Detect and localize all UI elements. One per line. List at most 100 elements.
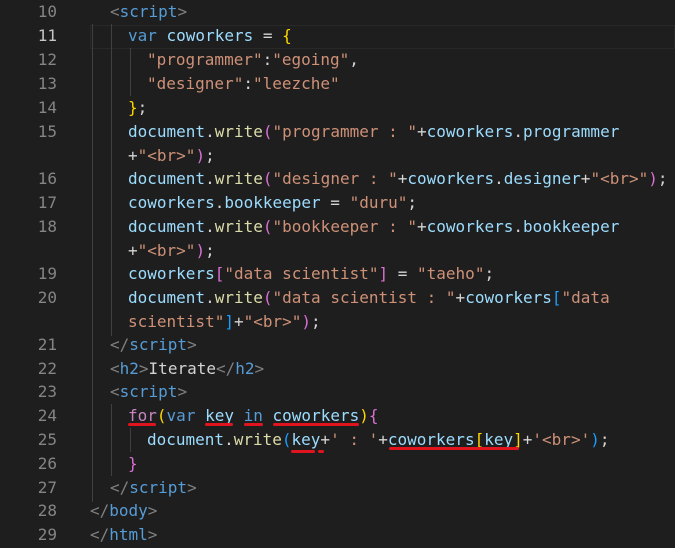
code-token: write (233, 430, 282, 449)
code-token: ; (205, 146, 215, 165)
code-token: + (233, 312, 244, 331)
code-text: <script> (110, 382, 187, 401)
red-underline (273, 423, 359, 426)
code-token: ; (599, 430, 610, 449)
code-token: "<br>" (137, 241, 196, 260)
code-token: ; (657, 169, 668, 188)
code-token: . (214, 193, 225, 212)
code-text: scientist"]+"<br>"); (128, 312, 321, 331)
line-number: 23 (37, 382, 57, 401)
code-token: designer (503, 169, 581, 188)
code-token: script (119, 382, 178, 401)
code-token: { (282, 26, 292, 45)
line-number: 26 (37, 454, 57, 473)
code-token: write (214, 169, 263, 188)
code-token: ; (205, 241, 215, 260)
code-token: "programmer" (147, 50, 263, 69)
line-number: 22 (37, 359, 57, 378)
code-token: ( (262, 288, 273, 307)
code-token: "designer : " (272, 169, 398, 188)
code-token: "<br>" (590, 169, 649, 188)
code-text: </script> (110, 335, 197, 354)
code-token: . (494, 169, 504, 188)
code-token: } (128, 98, 138, 117)
code-token: + (320, 430, 331, 449)
code-text: }; (128, 98, 147, 117)
code-token: coworkers (426, 122, 514, 141)
code-text: </html> (90, 525, 157, 544)
code-text: <h2>Iterate</h2> (110, 359, 264, 378)
code-token: coworkers (426, 217, 514, 236)
line-number: 11 (37, 26, 57, 45)
code-token: , (349, 50, 359, 69)
code-token: = (388, 264, 418, 283)
line-number: 12 (37, 50, 57, 69)
code-text: document.write("designer : "+coworkers.d… (128, 169, 668, 188)
line-number: 17 (37, 193, 57, 212)
code-token: body (109, 501, 148, 520)
code-token: ] (378, 264, 389, 283)
code-token: . (513, 217, 523, 236)
code-token: write (214, 122, 263, 141)
code-token: ) (195, 146, 206, 165)
code-text: </script> (110, 478, 197, 497)
code-token: = (253, 26, 283, 45)
code-token: ) (301, 312, 312, 331)
line-number: 27 (37, 478, 57, 497)
code-text: "programmer":"egoing", (147, 50, 359, 69)
code-text: } (128, 454, 138, 473)
code-token: . (205, 122, 215, 141)
code-token: </ (110, 335, 130, 354)
code-token: ; (484, 264, 495, 283)
code-token: '<br>' (532, 430, 591, 449)
code-token: var (166, 406, 206, 425)
line-number: 28 (37, 501, 57, 520)
code-token: + (522, 430, 533, 449)
code-token: } (128, 454, 138, 473)
line-number: 19 (37, 264, 57, 283)
code-token: document (128, 169, 206, 188)
code-token: bookkeeper (523, 217, 620, 236)
code-token: : (262, 50, 273, 69)
code-token: script (129, 478, 188, 497)
code-text: document.write(key+' : '+coworkers[key]+… (147, 430, 609, 449)
code-token: </ (215, 359, 236, 378)
code-token: document (128, 217, 206, 236)
code-text: coworkers.bookkeeper = "duru"; (128, 193, 417, 212)
code-token: ) (648, 169, 658, 188)
code-token: . (205, 288, 215, 307)
code-token: "bookkeeper : " (272, 217, 418, 236)
code-token: "<br>" (137, 146, 196, 165)
code-token: > (177, 382, 188, 401)
code-token: script (119, 2, 178, 21)
code-token: . (224, 430, 234, 449)
code-text: coworkers["data scientist"] = "taeho"; (128, 264, 494, 283)
code-token: scientist" (128, 312, 225, 331)
code-token: . (513, 122, 523, 141)
code-token: { (368, 406, 379, 425)
code-token: = (320, 193, 350, 212)
code-token: > (177, 2, 188, 21)
code-token: + (580, 169, 591, 188)
code-token: "data scientist : " (272, 288, 456, 307)
code-token: ( (156, 406, 167, 425)
code-text: +"<br>"); (128, 241, 215, 260)
code-token: coworkers (407, 169, 495, 188)
code-token: : (243, 74, 253, 93)
code-token: coworkers (465, 288, 552, 307)
code-token: write (214, 217, 263, 236)
code-token: > (187, 478, 197, 497)
code-token: key (291, 430, 321, 449)
code-text: <script> (110, 2, 187, 21)
code-token: < (110, 382, 120, 401)
code-editor[interactable]: 10 <script> 11 var coworkers = {12 "programm… (0, 0, 675, 548)
code-token: ; (311, 312, 321, 331)
code-token: </ (110, 478, 130, 497)
code-token: document (147, 430, 225, 449)
code-token: write (214, 288, 263, 307)
code-text: document.write("programmer : "+coworkers… (128, 122, 619, 141)
red-underline (205, 423, 233, 426)
code-token: document (128, 122, 206, 141)
code-token: "data scientist" (224, 264, 379, 283)
